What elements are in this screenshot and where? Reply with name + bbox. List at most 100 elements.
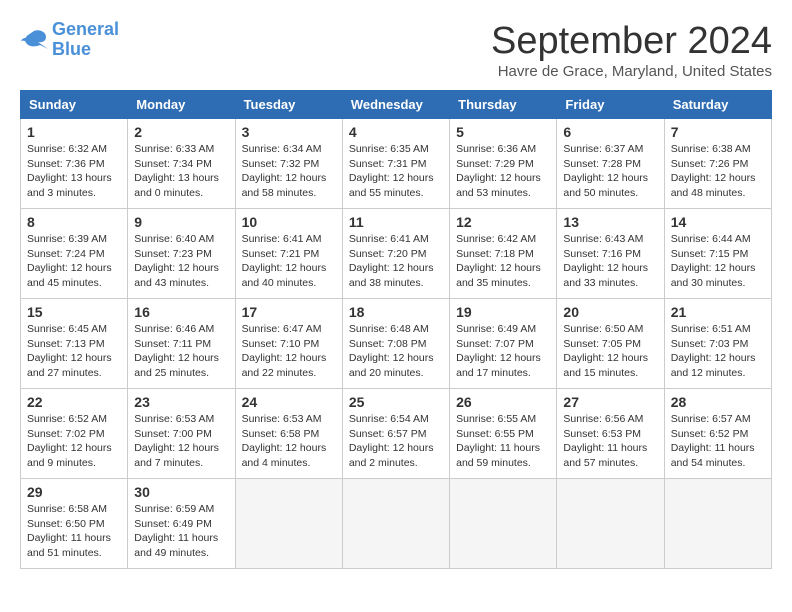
day-number: 17 xyxy=(242,304,336,320)
day-info: Sunrise: 6:50 AMSunset: 7:05 PMDaylight:… xyxy=(563,322,657,381)
day-info: Sunrise: 6:36 AMSunset: 7:29 PMDaylight:… xyxy=(456,142,550,201)
calendar-table: Sunday Monday Tuesday Wednesday Thursday… xyxy=(20,90,772,569)
table-row: 30Sunrise: 6:59 AMSunset: 6:49 PMDayligh… xyxy=(128,479,235,569)
day-number: 2 xyxy=(134,124,228,140)
table-row: 12 Sunrise: 6:42 AMSunset: 7:18 PMDayligh… xyxy=(450,209,557,299)
day-number: 15 xyxy=(27,304,121,320)
calendar-header-row: Sunday Monday Tuesday Wednesday Thursday… xyxy=(21,91,772,119)
month-title: September 2024 xyxy=(491,20,772,63)
table-row: 1Sunrise: 6:32 AMSunset: 7:36 PMDaylight… xyxy=(21,119,128,209)
header-wednesday: Wednesday xyxy=(342,91,449,119)
day-number: 22 xyxy=(27,394,121,410)
day-info: Sunrise: 6:48 AMSunset: 7:08 PMDaylight:… xyxy=(349,322,443,381)
day-number: 13 xyxy=(563,214,657,230)
table-row xyxy=(557,479,664,569)
day-info: Sunrise: 6:55 AMSunset: 6:55 PMDaylight:… xyxy=(456,412,550,471)
day-info: Sunrise: 6:41 AMSunset: 7:21 PMDaylight:… xyxy=(242,232,336,291)
day-number: 18 xyxy=(349,304,443,320)
day-info: Sunrise: 6:42 AMSunset: 7:18 PMDaylight:… xyxy=(456,232,550,291)
day-info: Sunrise: 6:58 AMSunset: 6:50 PMDaylight:… xyxy=(27,502,121,561)
day-info: Sunrise: 6:44 AMSunset: 7:15 PMDaylight:… xyxy=(671,232,765,291)
table-row xyxy=(450,479,557,569)
table-row: 26 Sunrise: 6:55 AMSunset: 6:55 PMDayligh… xyxy=(450,389,557,479)
day-number: 7 xyxy=(671,124,765,140)
logo-line2: Blue xyxy=(52,39,91,59)
table-row: 5 Sunrise: 6:36 AMSunset: 7:29 PMDaylight… xyxy=(450,119,557,209)
day-number: 9 xyxy=(134,214,228,230)
day-info: Sunrise: 6:47 AMSunset: 7:10 PMDaylight:… xyxy=(242,322,336,381)
day-number: 24 xyxy=(242,394,336,410)
table-row: 22 Sunrise: 6:52 AMSunset: 7:02 PMDayligh… xyxy=(21,389,128,479)
header-friday: Friday xyxy=(557,91,664,119)
logo-line1: General xyxy=(52,19,119,39)
table-row: 8 Sunrise: 6:39 AMSunset: 7:24 PMDaylight… xyxy=(21,209,128,299)
day-number: 16 xyxy=(134,304,228,320)
table-row: 9 Sunrise: 6:40 AMSunset: 7:23 PMDaylight… xyxy=(128,209,235,299)
table-row: 14 Sunrise: 6:44 AMSunset: 7:15 PMDayligh… xyxy=(664,209,771,299)
day-info: Sunrise: 6:34 AMSunset: 7:32 PMDaylight:… xyxy=(242,142,336,201)
day-info: Sunrise: 6:56 AMSunset: 6:53 PMDaylight:… xyxy=(563,412,657,471)
table-row: 4 Sunrise: 6:35 AMSunset: 7:31 PMDaylight… xyxy=(342,119,449,209)
day-number: 12 xyxy=(456,214,550,230)
day-info: Sunrise: 6:39 AMSunset: 7:24 PMDaylight:… xyxy=(27,232,121,291)
table-row: 27Sunrise: 6:56 AMSunset: 6:53 PMDayligh… xyxy=(557,389,664,479)
title-section: September 2024 Havre de Grace, Maryland,… xyxy=(491,20,772,80)
table-row: 11 Sunrise: 6:41 AMSunset: 7:20 PMDayligh… xyxy=(342,209,449,299)
day-number: 20 xyxy=(563,304,657,320)
day-info: Sunrise: 6:32 AMSunset: 7:36 PMDaylight:… xyxy=(27,142,121,201)
day-info: Sunrise: 6:35 AMSunset: 7:31 PMDaylight:… xyxy=(349,142,443,201)
day-number: 11 xyxy=(349,214,443,230)
table-row: 18 Sunrise: 6:48 AMSunset: 7:08 PMDayligh… xyxy=(342,299,449,389)
day-info: Sunrise: 6:40 AMSunset: 7:23 PMDaylight:… xyxy=(134,232,228,291)
calendar-week-3: 15Sunrise: 6:45 AMSunset: 7:13 PMDayligh… xyxy=(21,299,772,389)
day-info: Sunrise: 6:38 AMSunset: 7:26 PMDaylight:… xyxy=(671,142,765,201)
day-number: 23 xyxy=(134,394,228,410)
day-info: Sunrise: 6:52 AMSunset: 7:02 PMDaylight:… xyxy=(27,412,121,471)
day-number: 29 xyxy=(27,484,121,500)
day-info: Sunrise: 6:57 AMSunset: 6:52 PMDaylight:… xyxy=(671,412,765,471)
table-row: 7 Sunrise: 6:38 AMSunset: 7:26 PMDaylight… xyxy=(664,119,771,209)
day-info: Sunrise: 6:49 AMSunset: 7:07 PMDaylight:… xyxy=(456,322,550,381)
day-info: Sunrise: 6:54 AMSunset: 6:57 PMDaylight:… xyxy=(349,412,443,471)
table-row xyxy=(664,479,771,569)
day-number: 5 xyxy=(456,124,550,140)
table-row: 23Sunrise: 6:53 AMSunset: 7:00 PMDayligh… xyxy=(128,389,235,479)
table-row: 21 Sunrise: 6:51 AMSunset: 7:03 PMDayligh… xyxy=(664,299,771,389)
header-monday: Monday xyxy=(128,91,235,119)
day-info: Sunrise: 6:37 AMSunset: 7:28 PMDaylight:… xyxy=(563,142,657,201)
day-number: 25 xyxy=(349,394,443,410)
day-number: 8 xyxy=(27,214,121,230)
day-info: Sunrise: 6:53 AMSunset: 6:58 PMDaylight:… xyxy=(242,412,336,471)
logo: General Blue xyxy=(20,20,119,60)
day-info: Sunrise: 6:41 AMSunset: 7:20 PMDaylight:… xyxy=(349,232,443,291)
table-row: 16Sunrise: 6:46 AMSunset: 7:11 PMDayligh… xyxy=(128,299,235,389)
day-number: 19 xyxy=(456,304,550,320)
table-row: 2 Sunrise: 6:33 AMSunset: 7:34 PMDaylight… xyxy=(128,119,235,209)
day-info: Sunrise: 6:33 AMSunset: 7:34 PMDaylight:… xyxy=(134,142,228,201)
day-number: 26 xyxy=(456,394,550,410)
day-number: 14 xyxy=(671,214,765,230)
day-number: 30 xyxy=(134,484,228,500)
logo-icon xyxy=(20,29,48,51)
table-row xyxy=(235,479,342,569)
table-row xyxy=(342,479,449,569)
day-number: 21 xyxy=(671,304,765,320)
table-row: 3 Sunrise: 6:34 AMSunset: 7:32 PMDaylight… xyxy=(235,119,342,209)
header-thursday: Thursday xyxy=(450,91,557,119)
table-row: 28Sunrise: 6:57 AMSunset: 6:52 PMDayligh… xyxy=(664,389,771,479)
day-info: Sunrise: 6:51 AMSunset: 7:03 PMDaylight:… xyxy=(671,322,765,381)
table-row: 15Sunrise: 6:45 AMSunset: 7:13 PMDayligh… xyxy=(21,299,128,389)
calendar-week-5: 29 Sunrise: 6:58 AMSunset: 6:50 PMDayligh… xyxy=(21,479,772,569)
day-number: 6 xyxy=(563,124,657,140)
logo-text: General Blue xyxy=(52,20,119,60)
day-number: 4 xyxy=(349,124,443,140)
table-row: 13Sunrise: 6:43 AMSunset: 7:16 PMDayligh… xyxy=(557,209,664,299)
page-header: General Blue September 2024 Havre de Gra… xyxy=(20,20,772,80)
calendar-week-2: 8 Sunrise: 6:39 AMSunset: 7:24 PMDaylight… xyxy=(21,209,772,299)
table-row: 10 Sunrise: 6:41 AMSunset: 7:21 PMDayligh… xyxy=(235,209,342,299)
day-number: 10 xyxy=(242,214,336,230)
table-row: 19 Sunrise: 6:49 AMSunset: 7:07 PMDayligh… xyxy=(450,299,557,389)
day-number: 3 xyxy=(242,124,336,140)
location-subtitle: Havre de Grace, Maryland, United States xyxy=(491,63,772,80)
calendar-week-1: 1Sunrise: 6:32 AMSunset: 7:36 PMDaylight… xyxy=(21,119,772,209)
